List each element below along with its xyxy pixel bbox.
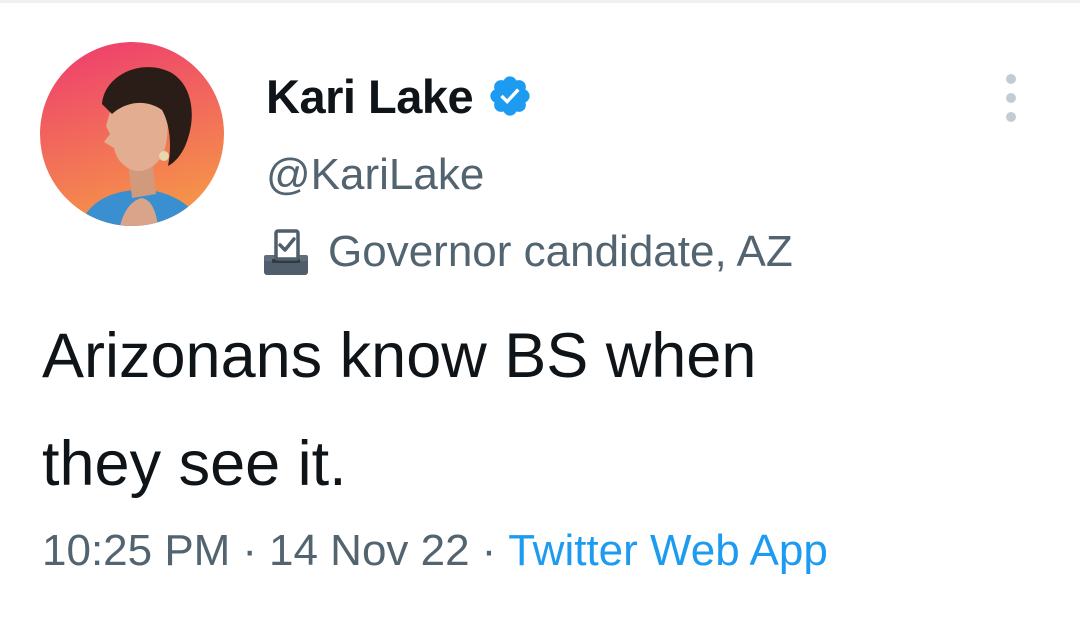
more-dot (1006, 112, 1016, 122)
ballot-box-icon (256, 223, 314, 281)
author-name-row: Kari Lake (266, 66, 533, 126)
tweet-metadata: 10:25 PM · 14 Nov 22 · Twitter Web App (42, 526, 828, 576)
avatar-image (40, 42, 224, 226)
more-dot (1006, 74, 1016, 84)
display-name[interactable]: Kari Lake (266, 69, 474, 124)
affiliation-label-text: Governor candidate, AZ (328, 227, 793, 276)
affiliation-label: Governor candidate, AZ (256, 222, 793, 282)
tweet-card: Kari Lake @KariLake Governor candidate, … (0, 0, 1080, 623)
tweet-time[interactable]: 10:25 PM (42, 526, 230, 575)
more-dot (1006, 93, 1016, 103)
separator: · (242, 526, 257, 575)
avatar[interactable] (40, 42, 224, 226)
tweet-source-link[interactable]: Twitter Web App (508, 526, 828, 575)
tweet-date[interactable]: 14 Nov 22 (269, 526, 470, 575)
verified-badge-icon (487, 73, 533, 119)
tweet-text: Arizonans know BS when they see it. (42, 302, 1042, 518)
tweet-text-line: they see it. (42, 429, 347, 499)
separator: · (481, 526, 497, 575)
tweet-text-line: Arizonans know BS when (42, 321, 757, 391)
top-divider (0, 0, 1080, 3)
more-options-icon[interactable] (996, 74, 1026, 122)
author-handle[interactable]: @KariLake (266, 150, 484, 200)
